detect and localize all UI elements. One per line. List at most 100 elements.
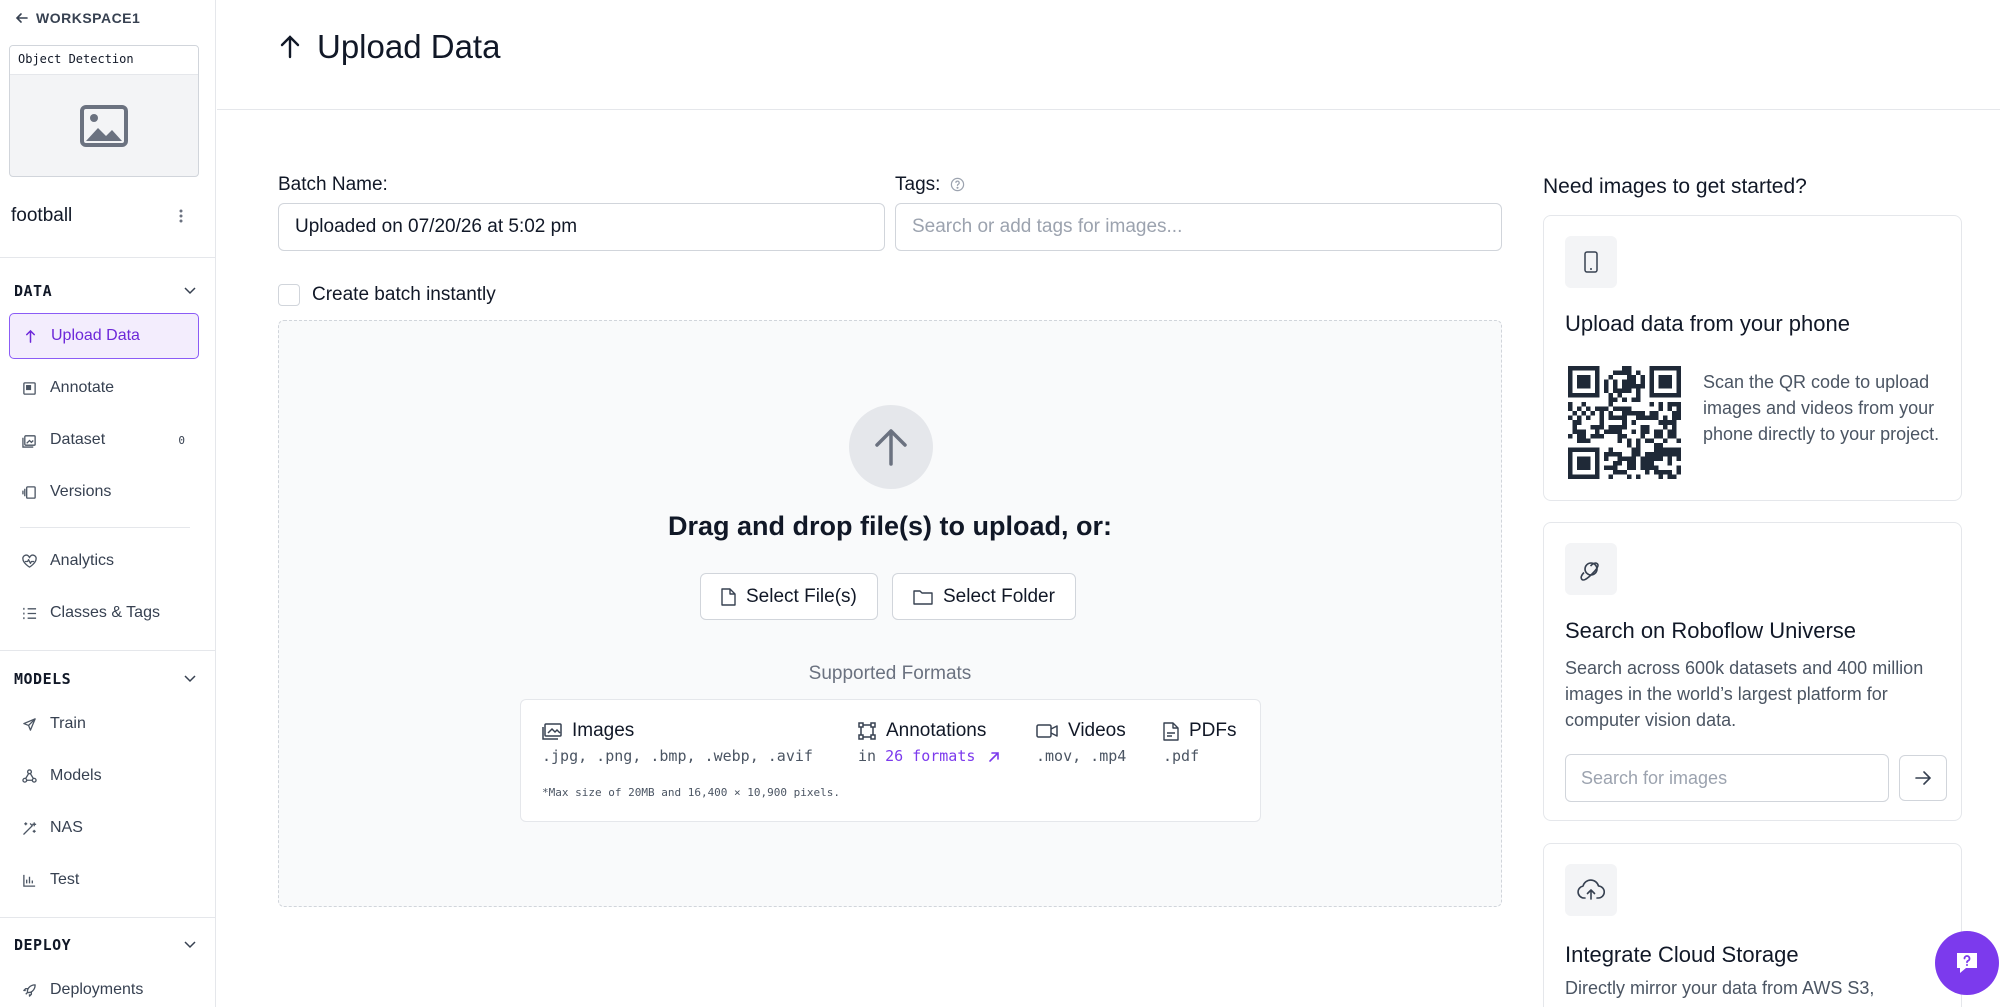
- versions-icon: [22, 485, 36, 499]
- pdf-file-icon: [1163, 721, 1179, 741]
- phone-card-text: Scan the QR code to upload images and vi…: [1703, 372, 1940, 444]
- help-chat-button[interactable]: [1935, 931, 1999, 995]
- project-thumbnail: [10, 75, 198, 176]
- sidebar-item-label: Models: [50, 767, 102, 784]
- external-link-icon[interactable]: [988, 751, 1000, 763]
- format-images-exts: .jpg, .png, .bmp, .webp, .avif: [542, 747, 813, 765]
- format-annotations: Annotations in 26 formats: [858, 720, 1000, 765]
- cloud-upload-icon: [1577, 879, 1605, 900]
- tags-label-row: Tags:: [895, 174, 965, 196]
- project-card[interactable]: Object Detection: [9, 45, 199, 177]
- smartphone-icon: [1584, 251, 1598, 273]
- batch-name-label: Batch Name:: [278, 174, 388, 195]
- arrow-up-icon: [875, 429, 907, 466]
- tags-input[interactable]: [895, 203, 1502, 251]
- page-title: Upload Data: [277, 28, 500, 66]
- select-files-button[interactable]: Select File(s): [700, 573, 878, 620]
- select-folder-label: Select Folder: [943, 585, 1055, 607]
- sidebar-item-dataset[interactable]: Dataset 0: [9, 417, 199, 463]
- create-batch-label: Create batch instantly: [312, 284, 496, 305]
- right-panel-title: Need images to get started?: [1543, 175, 1807, 198]
- format-annotations-prefix: in: [858, 747, 877, 765]
- sidebar-item-nas[interactable]: NAS: [9, 805, 199, 851]
- send-icon: [23, 717, 36, 731]
- qr-code[interactable]: [1568, 366, 1681, 479]
- format-images: Images .jpg, .png, .bmp, .webp, .avif: [542, 720, 813, 765]
- universe-search-button[interactable]: [1899, 755, 1947, 801]
- sidebar-item-label: Deployments: [50, 981, 144, 998]
- cloud-icon-tile: [1565, 864, 1617, 916]
- sidebar-item-annotate[interactable]: Annotate: [9, 365, 199, 411]
- sidebar-divider: [0, 650, 215, 651]
- sidebar-item-label: Train: [50, 715, 86, 732]
- cloud-card-title: Integrate Cloud Storage: [1565, 942, 1799, 967]
- sidebar-item-upload-data[interactable]: Upload Data: [9, 313, 199, 359]
- sidebar-item-versions[interactable]: Versions: [9, 469, 199, 515]
- section-models-header[interactable]: MODELS: [14, 670, 196, 688]
- phone-upload-card: Upload data from your phone Scan the QR …: [1543, 215, 1962, 501]
- section-models-label: MODELS: [14, 670, 72, 688]
- cloud-card-text: Directly mirror your data from AWS S3,: [1565, 978, 1875, 998]
- dropzone-title: Drag and drop file(s) to upload, or:: [668, 511, 1112, 541]
- universe-card-text: Search across 600k datasets and 400 mill…: [1565, 658, 1924, 730]
- sidebar-item-train[interactable]: Train: [9, 701, 199, 747]
- phone-card-title: Upload data from your phone: [1565, 311, 1850, 336]
- sidebar-item-test[interactable]: Test: [9, 857, 199, 903]
- project-menu-button[interactable]: [171, 206, 191, 226]
- magic-wand-icon: [23, 821, 37, 835]
- bounding-box-icon: [858, 722, 876, 740]
- arrow-right-icon: [1915, 771, 1931, 785]
- format-pdfs: PDFs .pdf: [1163, 720, 1237, 765]
- sidebar-item-label: NAS: [50, 819, 83, 836]
- help-circle-icon[interactable]: [950, 177, 965, 192]
- page-header: Upload Data: [217, 0, 2000, 110]
- sidebar-divider: [0, 257, 215, 258]
- batch-name-input[interactable]: [278, 203, 885, 251]
- sidebar-item-label: Test: [50, 871, 80, 888]
- project-name-row: football: [11, 205, 191, 227]
- create-batch-row: Create batch instantly: [278, 284, 496, 306]
- supported-formats-title: Supported Formats: [808, 663, 972, 684]
- chevron-down-icon: [184, 675, 196, 683]
- video-icon: [1036, 724, 1058, 738]
- universe-search-input[interactable]: [1565, 754, 1889, 802]
- universe-card: Search on Roboflow Universe Search acros…: [1543, 522, 1962, 821]
- supported-formats-box: Images .jpg, .png, .bmp, .webp, .avif An…: [520, 699, 1261, 822]
- sidebar-item-classes-tags[interactable]: Classes & Tags: [9, 590, 199, 636]
- max-size-note: *Max size of 20MB and 16,400 × 10,900 pi…: [542, 786, 841, 799]
- planet-icon-tile: [1565, 543, 1617, 595]
- chevron-down-icon: [184, 941, 196, 949]
- workspace-name: WORKSPACE1: [36, 10, 141, 26]
- format-pdfs-exts: .pdf: [1163, 747, 1200, 765]
- create-batch-checkbox[interactable]: [278, 284, 300, 306]
- file-icon: [721, 587, 736, 606]
- sidebar-item-analytics[interactable]: Analytics: [9, 538, 199, 584]
- sidebar: WORKSPACE1 Object Detection football DAT…: [0, 0, 216, 1007]
- upload-dropzone[interactable]: Drag and drop file(s) to upload, or: Sel…: [278, 320, 1502, 907]
- annotate-icon: [23, 381, 36, 395]
- format-images-label: Images: [572, 720, 635, 741]
- section-data-header[interactable]: DATA: [14, 282, 196, 300]
- upload-circle: [849, 405, 933, 489]
- arrow-up-icon: [26, 329, 35, 343]
- cloud-storage-card: Integrate Cloud Storage Directly mirror …: [1543, 843, 1962, 1007]
- image-placeholder-icon: [80, 105, 128, 147]
- project-type: Object Detection: [10, 46, 198, 75]
- select-folder-button[interactable]: Select Folder: [892, 573, 1076, 620]
- select-files-label: Select File(s): [746, 585, 857, 607]
- arrow-left-icon: [15, 13, 28, 23]
- more-vertical-icon: [179, 209, 183, 223]
- arrow-up-icon: [280, 35, 300, 59]
- project-name: football: [11, 205, 73, 226]
- format-videos-exts: .mov, .mp4: [1036, 747, 1127, 765]
- sidebar-item-models[interactable]: Models: [9, 753, 199, 799]
- list-icon: [23, 607, 37, 619]
- chat-help-icon: [1957, 953, 1977, 973]
- workspace-back-link[interactable]: WORKSPACE1: [14, 10, 140, 26]
- sidebar-item-deployments[interactable]: Deployments: [9, 967, 199, 1007]
- section-deploy-header[interactable]: DEPLOY: [14, 936, 196, 954]
- tags-label: Tags:: [895, 174, 941, 195]
- sidebar-item-label: Versions: [50, 483, 112, 500]
- annotation-formats-link[interactable]: 26 formats: [885, 747, 975, 765]
- sidebar-divider: [0, 917, 215, 918]
